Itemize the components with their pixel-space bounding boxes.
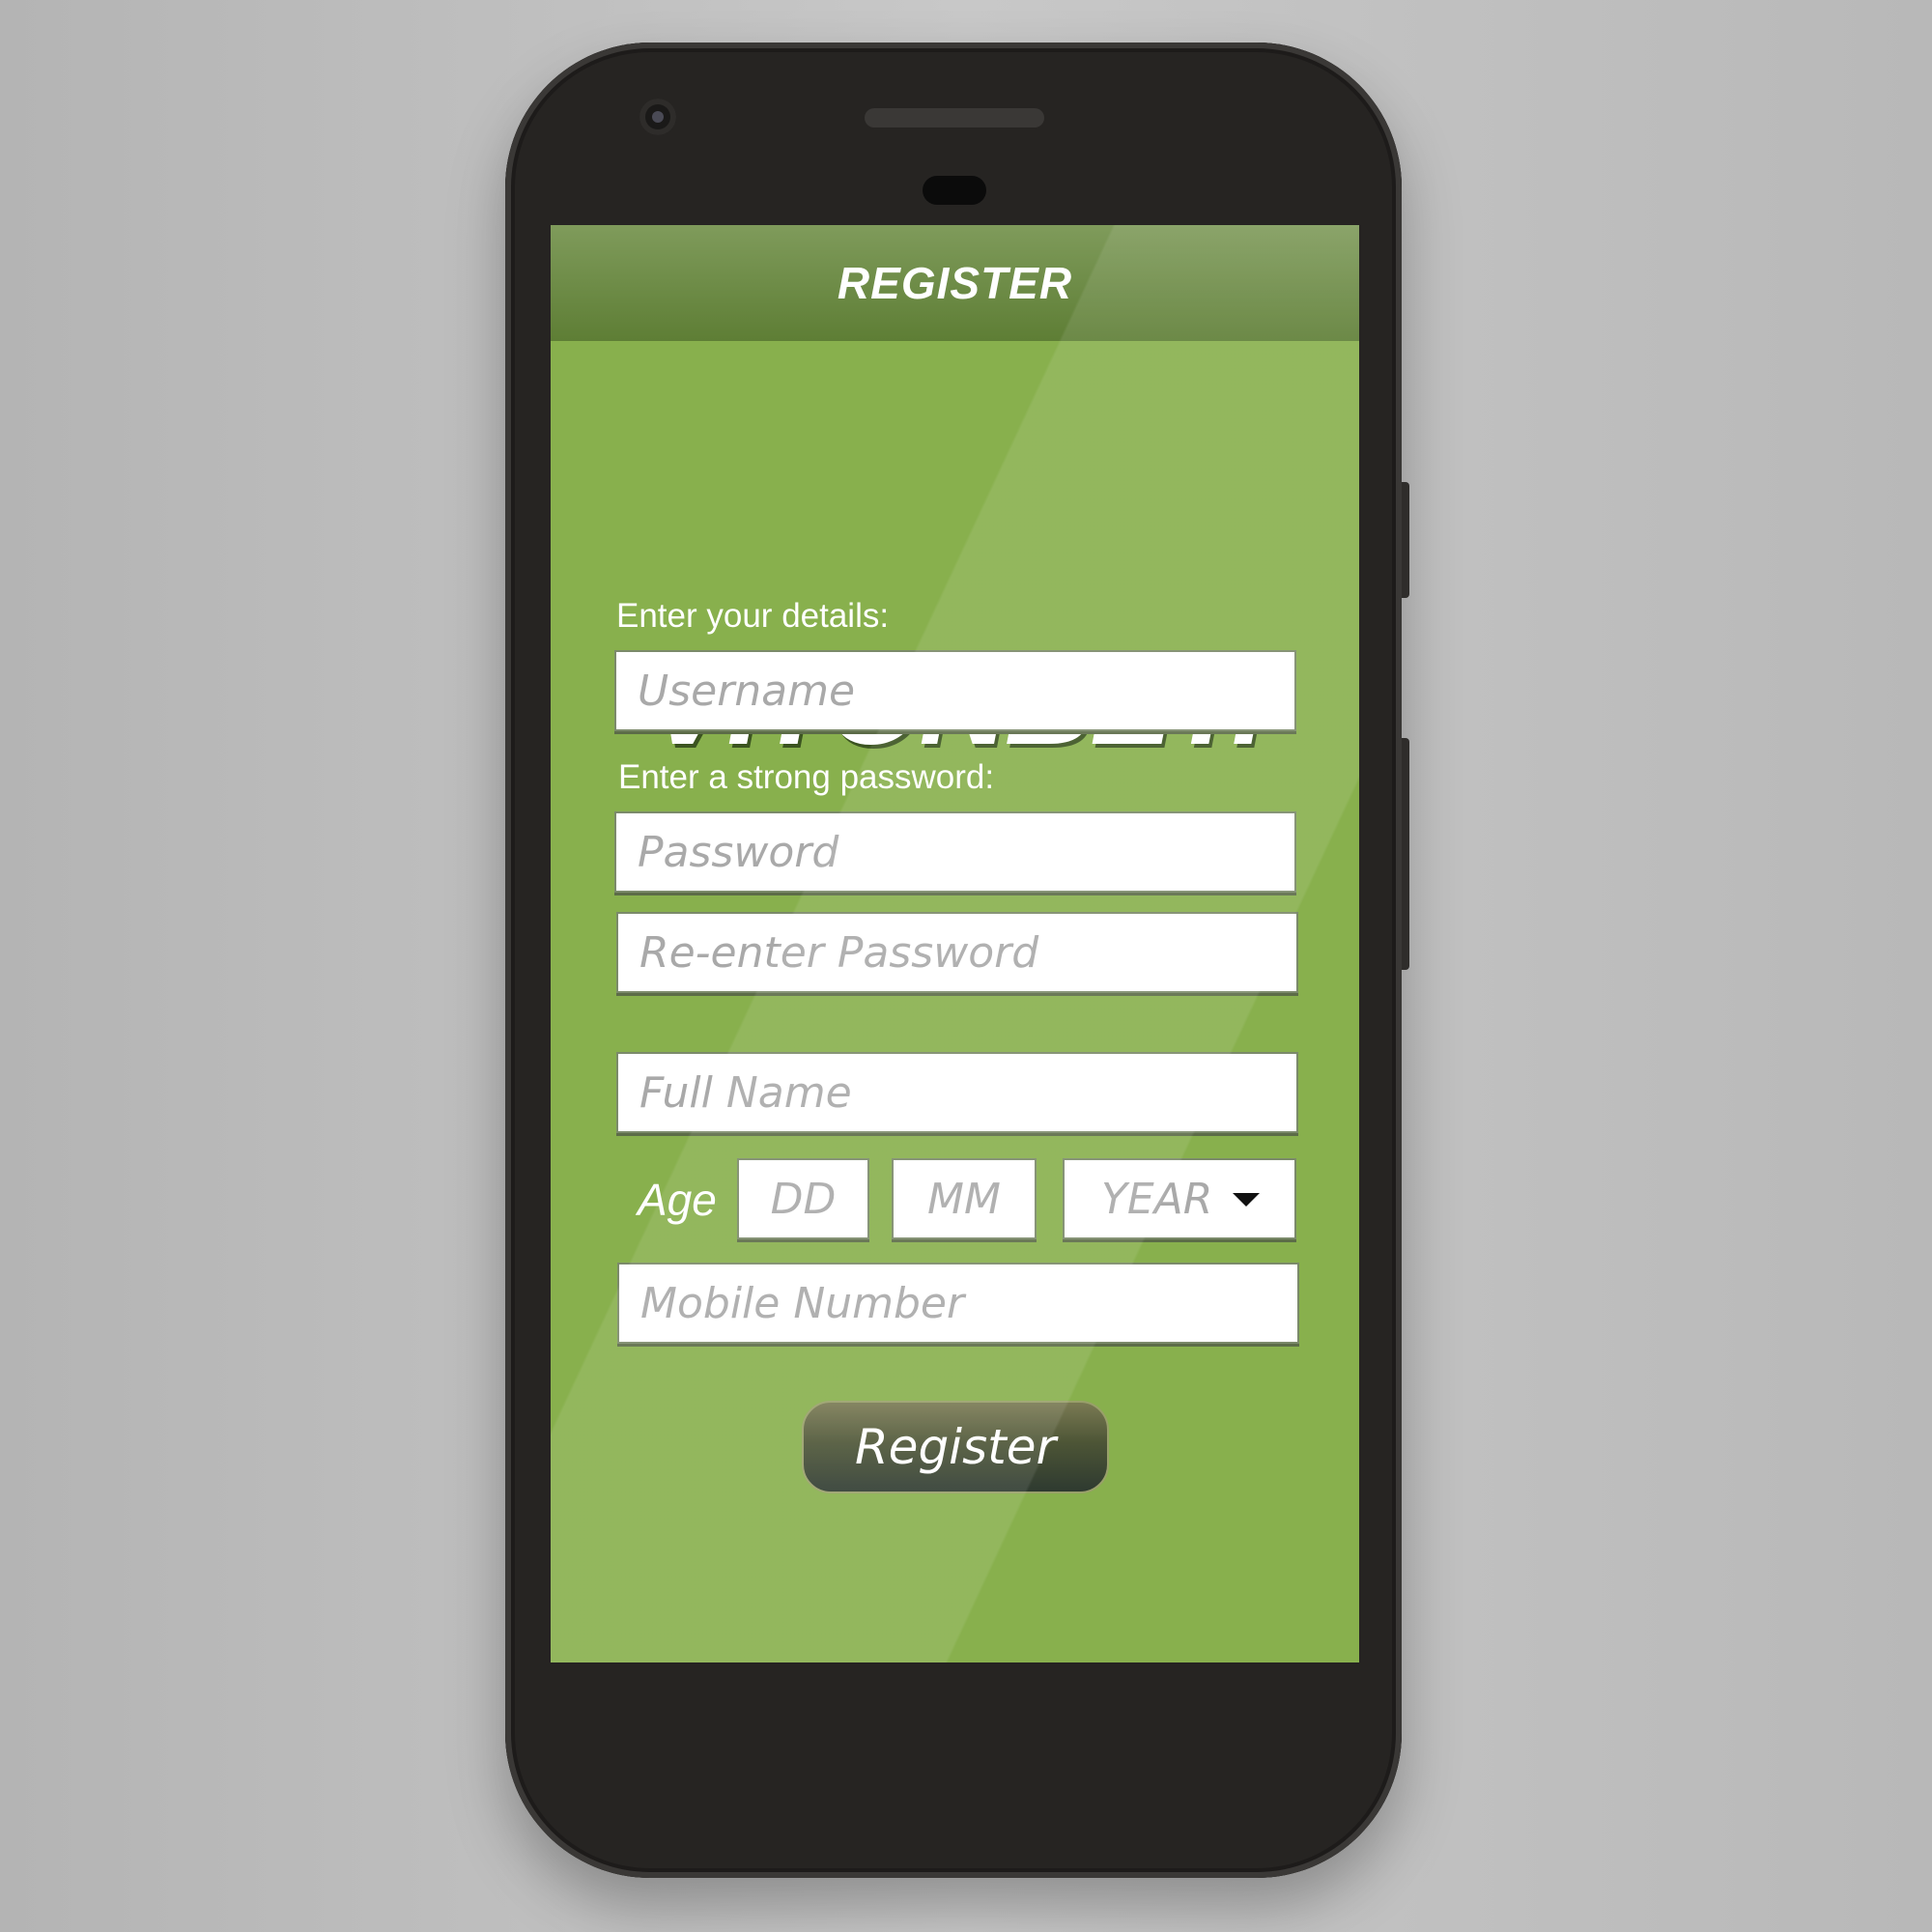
earpiece-speaker: [865, 108, 1044, 128]
age-label: Age: [638, 1175, 717, 1225]
register-button[interactable]: Register: [802, 1401, 1109, 1493]
reenter-password-input[interactable]: [639, 927, 1296, 978]
birth-year-select[interactable]: YEAR: [1063, 1158, 1296, 1239]
password-label: Enter a strong password:: [618, 758, 995, 796]
proximity-sensor: [923, 176, 986, 205]
password-field[interactable]: [614, 811, 1296, 893]
header-bar: REGISTER: [551, 225, 1359, 341]
reenter-password-field[interactable]: [616, 912, 1298, 993]
details-label: Enter your details:: [616, 597, 890, 635]
username-input[interactable]: [638, 666, 1294, 716]
birth-year-placeholder: YEAR: [1101, 1174, 1213, 1224]
mobile-number-input[interactable]: [640, 1278, 1297, 1328]
side-button-volume: [1402, 738, 1409, 970]
full-name-input[interactable]: [639, 1067, 1296, 1118]
password-input[interactable]: [638, 827, 1294, 877]
app-screen: REGISTER VITONBET. Enter your details: E…: [551, 225, 1359, 1662]
mobile-number-field[interactable]: [617, 1263, 1299, 1344]
birth-day-input[interactable]: [739, 1174, 867, 1224]
chevron-down-icon[interactable]: [1233, 1193, 1260, 1207]
birth-day-field[interactable]: [737, 1158, 869, 1239]
birth-month-input[interactable]: [894, 1174, 1035, 1224]
username-field[interactable]: [614, 650, 1296, 731]
birth-month-field[interactable]: [892, 1158, 1037, 1239]
front-camera: [639, 99, 676, 135]
side-button-power: [1402, 482, 1409, 598]
full-name-field[interactable]: [616, 1052, 1298, 1133]
page-title: REGISTER: [837, 258, 1073, 308]
